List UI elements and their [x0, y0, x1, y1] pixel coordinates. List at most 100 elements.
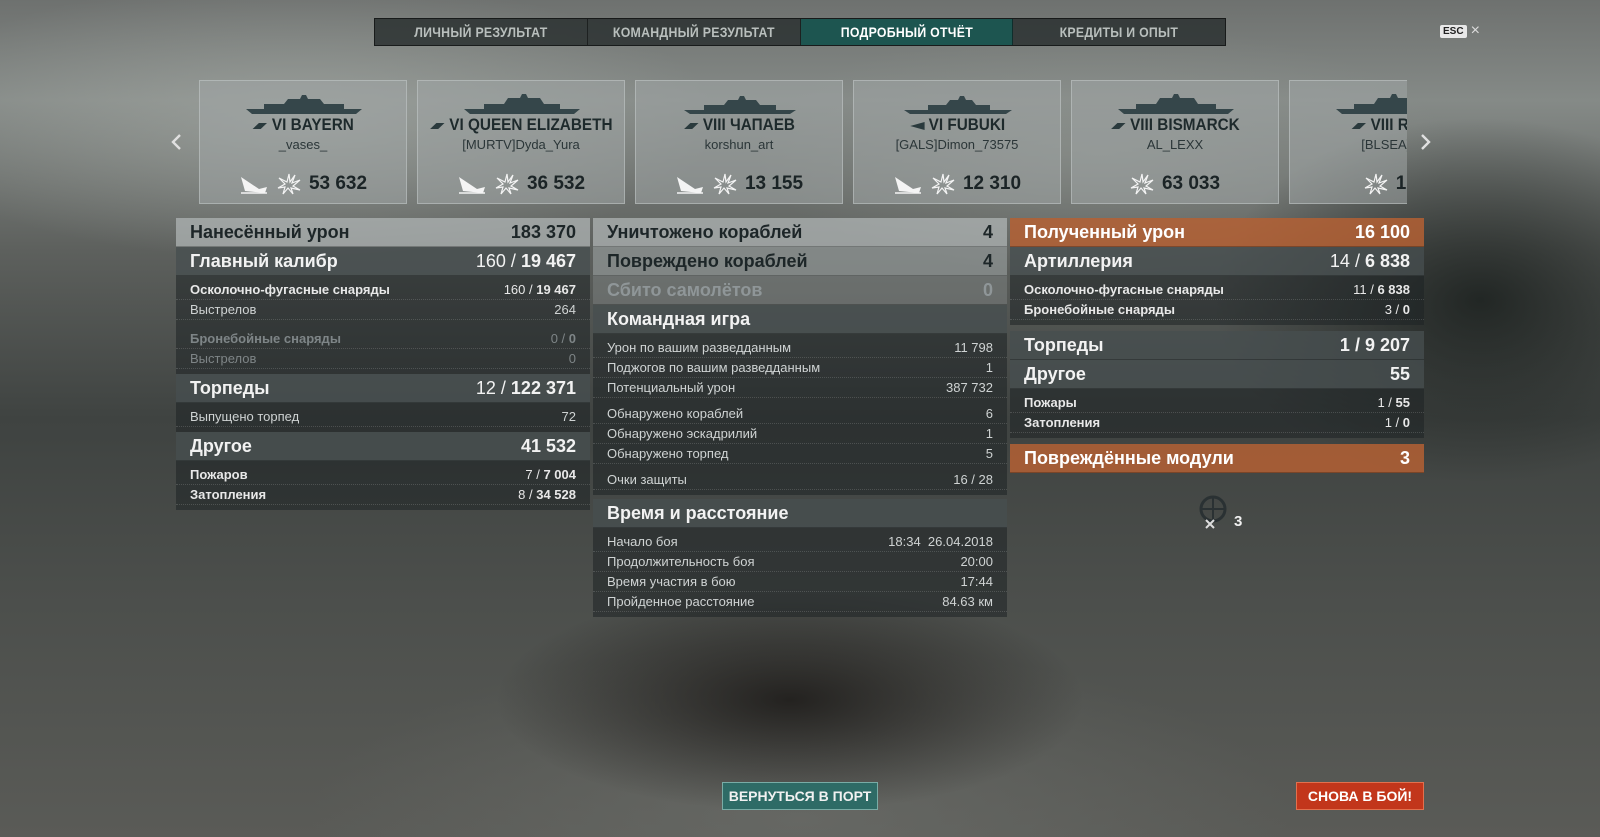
- duration-value: 20:00: [960, 554, 993, 569]
- damage-value: 36 532: [526, 173, 586, 194]
- main-battery-hits: 160: [475, 250, 506, 271]
- ap-shells-label: Бронебойные снаряды: [190, 331, 341, 346]
- damaged-value: 4: [982, 250, 993, 271]
- torp-launched-value: 72: [561, 409, 576, 424]
- recv-other-details: Пожары 1 / 55 Затопления 1 / 0: [1010, 389, 1424, 438]
- tab-team-label[interactable]: КОМАНДНЫЙ РЕЗУЛЬТАТ: [600, 19, 786, 45]
- player-name: AL_LEXX: [1146, 137, 1204, 152]
- player-name: _vases_: [278, 137, 328, 152]
- ship-silhouette-icon: [904, 96, 1012, 114]
- ap-shells-value: 0: [568, 331, 576, 346]
- ship-damage: 53 632: [200, 173, 406, 195]
- recv-torpedoes-header: Торпеды 1 / 9 207: [1010, 331, 1424, 360]
- floods-value: 34 528: [536, 487, 576, 502]
- explosion-icon: [931, 173, 955, 195]
- distance-label: Пройденное расстояние: [607, 594, 755, 609]
- ship-silhouette-icon: [246, 95, 362, 114]
- time-header: Время и расстояние: [593, 499, 1007, 528]
- explosion-icon: [713, 173, 737, 195]
- ship-card[interactable]: VI QUEEN ELIZABETH [MURTV]Dyda_Yura 36 5…: [417, 80, 625, 204]
- ship-card[interactable]: VIII BISMARCK AL_LEXX 63 033: [1071, 80, 1279, 204]
- artillery-details: Осколочно-фугасные снаряды 11 / 6 838 Бр…: [1010, 276, 1424, 325]
- torp-launched-row: Выпущено торпед 72: [176, 407, 590, 427]
- results-tabs: ЛИЧНЫЙ РЕЗУЛЬТАТ КОМАНДНЫЙ РЕЗУЛЬТАТ ПОД…: [374, 18, 1226, 46]
- tab-team[interactable]: КОМАНДНЫЙ РЕЗУЛЬТАТ: [588, 19, 801, 45]
- recv-fires-label: Пожары: [1024, 395, 1077, 410]
- tab-personal-label[interactable]: ЛИЧНЫЙ РЕЗУЛЬТАТ: [388, 19, 574, 45]
- destroyed-value: 4: [982, 221, 993, 242]
- ship-carousel: VI BAYERN _vases_ 53 632 VI QUEEN ELIZAB…: [199, 80, 1407, 204]
- spot-fires-label: Поджогов по вашим разведданным: [607, 360, 821, 375]
- distance-row: Пройденное расстояние 84.63 км: [593, 592, 1007, 612]
- other-details: Пожаров 7 / 7 004 Затопления 8 / 34 528: [176, 461, 590, 510]
- he-shots-row: Выстрелов 264: [176, 300, 590, 320]
- other-header: Другое 41 532: [176, 432, 590, 461]
- tab-detailed-report[interactable]: ПОДРОБНЫЙ ОТЧЁТ: [800, 19, 1014, 45]
- ship-tier-name: VI BAYERN: [271, 115, 354, 134]
- ship-card[interactable]: VIII RICH [BLSEA]jer 1 7: [1289, 80, 1407, 204]
- participation-value: 17:44: [960, 574, 993, 589]
- close-button[interactable]: ESC ×: [1440, 23, 1480, 39]
- other-label: Другое: [190, 435, 252, 456]
- damaged-module-indicator: 3: [1194, 494, 1242, 530]
- battle-again-button[interactable]: СНОВА В БОЙ!: [1296, 782, 1424, 810]
- return-to-port-button[interactable]: ВЕРНУТЬСЯ В ПОРТ: [722, 782, 878, 810]
- tab-credits-xp[interactable]: КРЕДИТЫ И ОПЫТ: [1013, 19, 1225, 45]
- damage-dealt-label: Нанесённый урон: [190, 221, 350, 242]
- spotted-ships-row: Обнаружено кораблей 6: [593, 404, 1007, 424]
- damage-value: 12 310: [962, 173, 1022, 194]
- ship-damage: 13 155: [636, 173, 842, 195]
- carousel-next-button[interactable]: [1416, 130, 1436, 154]
- ship-card[interactable]: VI BAYERN _vases_ 53 632: [199, 80, 407, 204]
- received-label: Полученный урон: [1024, 221, 1185, 242]
- explosion-icon: [277, 173, 301, 195]
- ap-shells-row: Бронебойные снаряды 0 / 0: [176, 329, 590, 349]
- player-name: [MURTV]Dyda_Yura: [462, 137, 580, 152]
- explosion-icon: [1364, 173, 1388, 195]
- recv-other-header: Другое 55: [1010, 360, 1424, 389]
- explosion-icon: [495, 173, 519, 195]
- carousel-prev-button[interactable]: [166, 130, 186, 154]
- recv-torpedoes-hits: 1: [1339, 334, 1350, 355]
- damaged-label: Повреждено кораблей: [607, 250, 808, 271]
- planes-value: 0: [982, 279, 993, 300]
- close-icon[interactable]: ×: [1471, 23, 1480, 39]
- he-shots-label: Выстрелов: [190, 302, 257, 317]
- esc-key-badge: ESC: [1440, 24, 1467, 38]
- chevron-left-icon[interactable]: [170, 133, 182, 151]
- ship-damage: 63 033: [1072, 173, 1278, 195]
- spotted-squads-row: Обнаружено эскадрилий 1: [593, 424, 1007, 444]
- chevron-right-icon[interactable]: [1420, 133, 1432, 151]
- modules-header: Повреждённые модули 3: [1010, 444, 1424, 473]
- recv-torpedoes-label: Торпеды: [1024, 334, 1104, 355]
- ship-card[interactable]: VIII ЧАПАЕВ korshun_art 13 155: [635, 80, 843, 204]
- ap-shots-row: Выстрелов 0: [176, 349, 590, 369]
- spot-damage-row: Урон по вашим разведданным 11 798: [593, 338, 1007, 358]
- modules-label: Повреждённые модули: [1024, 447, 1234, 468]
- tab-credits-label[interactable]: КРЕДИТЫ И ОПЫТ: [1026, 19, 1212, 45]
- sinking-ship-icon: [458, 177, 485, 194]
- teamplay-label: Командная игра: [607, 308, 751, 329]
- other-value: 41 532: [520, 435, 576, 456]
- ship-silhouette-icon: [1336, 94, 1407, 114]
- artillery-hits: 14: [1329, 250, 1350, 271]
- recv-ap-label: Бронебойные снаряды: [1024, 302, 1175, 317]
- ap-shells-hits: 0: [550, 331, 558, 346]
- floods-row: Затопления 8 / 34 528: [176, 485, 590, 505]
- fires-row: Пожаров 7 / 7 004: [176, 465, 590, 485]
- start-row: Начало боя 18:34 26.04.2018: [593, 532, 1007, 552]
- recv-floods-row: Затопления 1 / 0: [1010, 413, 1424, 433]
- artillery-value: 6 838: [1364, 250, 1410, 271]
- damage-dealt-panel: Нанесённый урон 183 370 Главный калибр 1…: [176, 218, 590, 510]
- tab-personal[interactable]: ЛИЧНЫЙ РЕЗУЛЬТАТ: [375, 19, 588, 45]
- ship-tier-name: VIII ЧАПАЕВ: [702, 115, 795, 134]
- recv-he-value: 6 838: [1377, 282, 1410, 297]
- fires-label: Пожаров: [190, 467, 248, 482]
- ship-class-icon: [909, 121, 925, 130]
- ship-tier-name: VI QUEEN ELIZABETH: [449, 115, 613, 134]
- artillery-label: Артиллерия: [1024, 250, 1133, 271]
- ship-card[interactable]: VI FUBUKI [GALS]Dimon_73575 12 310: [853, 80, 1061, 204]
- ship-name: VI FUBUKI: [864, 115, 1049, 135]
- tab-detailed-label[interactable]: ПОДРОБНЫЙ ОТЧЁТ: [813, 19, 999, 45]
- participation-row: Время участия в бою 17:44: [593, 572, 1007, 592]
